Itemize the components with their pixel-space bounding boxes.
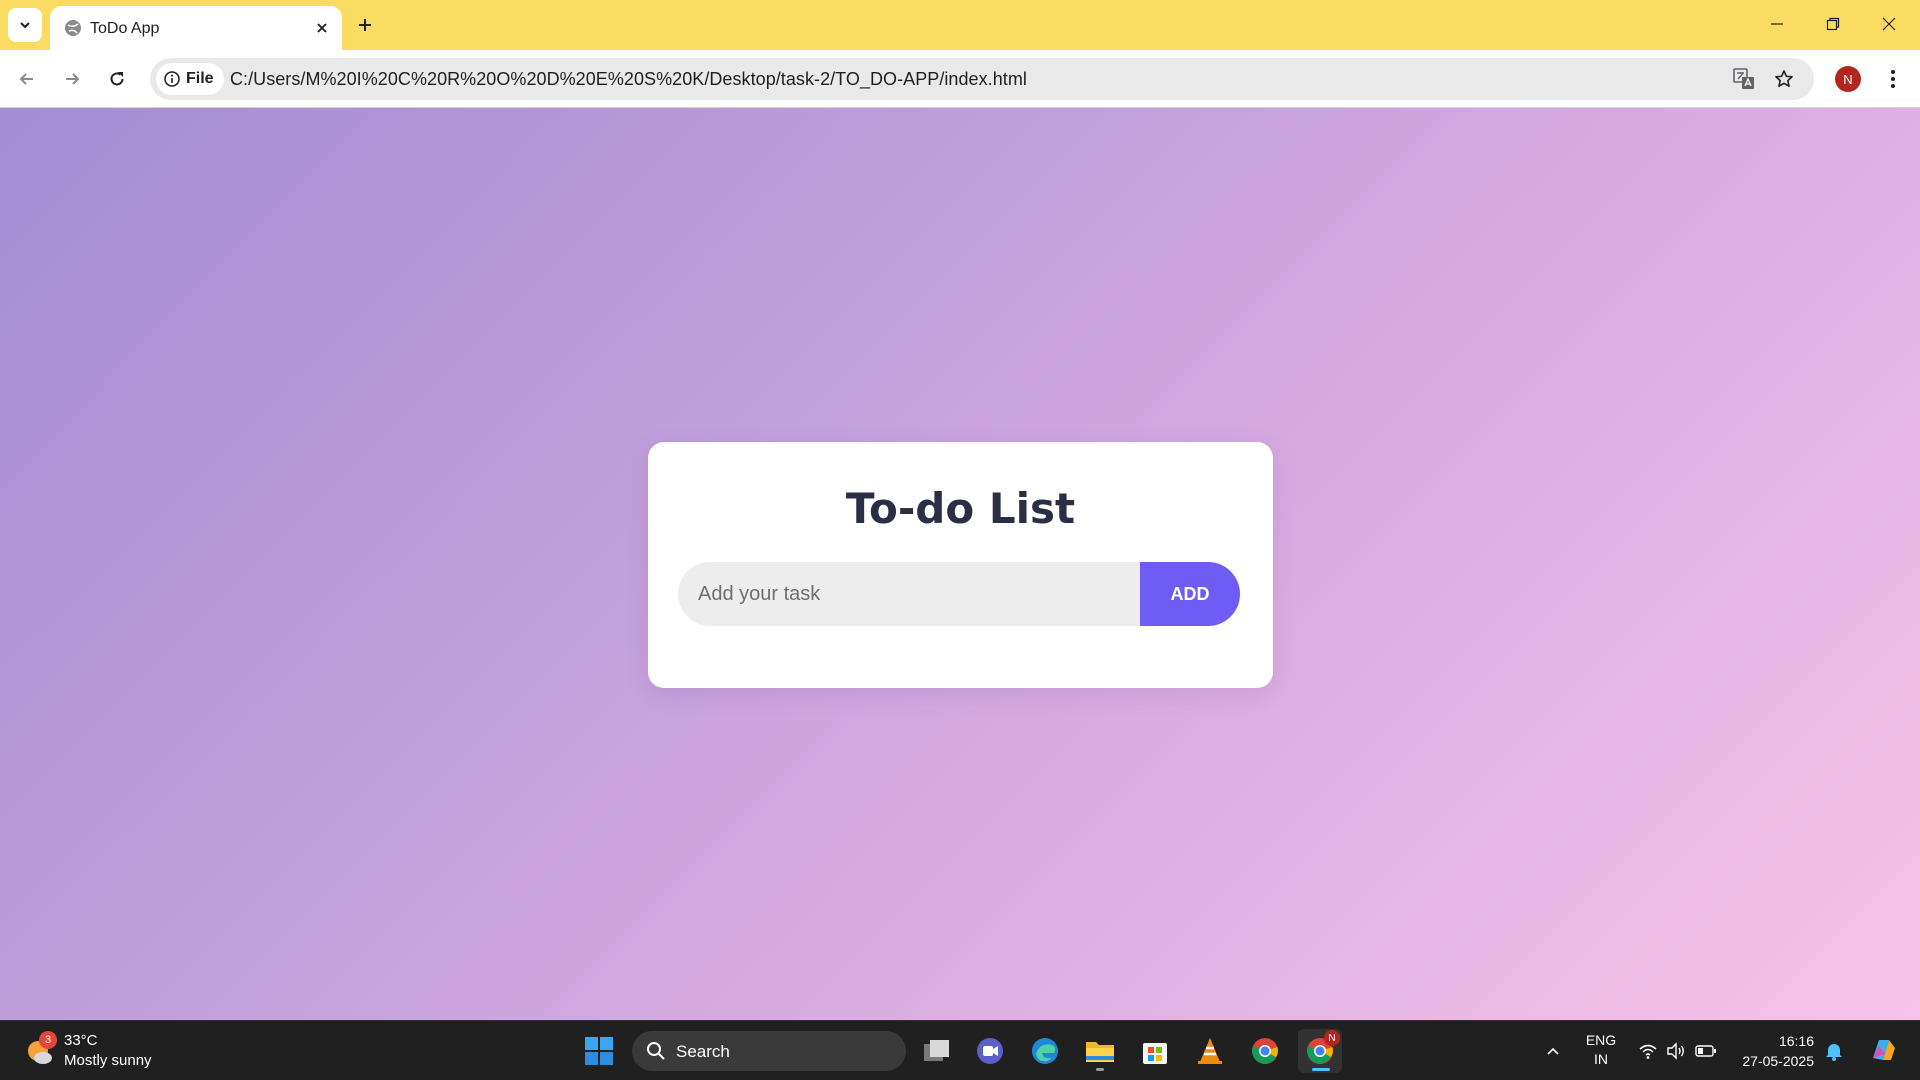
new-tab-button[interactable] <box>350 10 380 40</box>
profile-avatar[interactable]: N <box>1835 66 1861 92</box>
browser-toolbar: File C:/Users/M%20I%20C%20R%20O%20D%20E%… <box>0 50 1920 108</box>
url-text[interactable]: C:/Users/M%20I%20C%20R%20O%20D%20E%20S%2… <box>230 69 1027 90</box>
task-input-row: ADD <box>678 562 1240 626</box>
reload-icon <box>110 72 124 86</box>
taskbar-app-chrome[interactable] <box>1243 1029 1287 1073</box>
volume-button[interactable] <box>1664 1039 1688 1063</box>
show-hidden-icons-button[interactable] <box>1541 1039 1565 1063</box>
copilot-button[interactable] <box>1866 1033 1900 1067</box>
task-view-icon <box>924 1040 949 1061</box>
more-vertical-icon <box>1891 70 1895 88</box>
battery-icon <box>1695 1045 1716 1057</box>
running-indicator <box>1096 1068 1104 1071</box>
bell-icon <box>1826 1044 1842 1061</box>
edge-icon <box>1032 1038 1058 1064</box>
info-icon <box>164 71 180 87</box>
language-region: IN <box>1594 1051 1608 1067</box>
taskbar-app-file-explorer[interactable] <box>1078 1029 1122 1073</box>
taskbar-clock[interactable]: 16:16 27-05-2025 <box>1734 1031 1814 1071</box>
clock-time: 16:16 <box>1778 1033 1814 1049</box>
globe-icon <box>65 20 81 36</box>
copilot-icon <box>1873 1040 1895 1060</box>
wifi-button[interactable] <box>1636 1039 1660 1063</box>
weather-temperature: 33°C <box>64 1032 98 1049</box>
star-icon <box>1775 70 1793 87</box>
restore-icon <box>1826 17 1840 31</box>
language-code: ENG <box>1585 1032 1617 1048</box>
taskbar-app-vlc[interactable] <box>1188 1029 1232 1073</box>
plus-icon <box>359 19 371 31</box>
vlc-cone-icon <box>1198 1038 1222 1064</box>
arrow-right-icon <box>66 73 80 85</box>
close-icon <box>1882 17 1896 31</box>
bookmark-button[interactable] <box>1770 65 1798 93</box>
language-indicator[interactable]: ENG IN <box>1580 1031 1622 1069</box>
close-icon <box>317 23 327 33</box>
task-view-button[interactable] <box>915 1029 959 1073</box>
browser-tab-active[interactable]: ToDo App <box>50 6 342 50</box>
active-indicator <box>1312 1068 1330 1071</box>
start-button[interactable] <box>577 1029 621 1073</box>
tab-title: ToDo App <box>90 20 160 37</box>
search-icon <box>647 1042 665 1060</box>
taskbar-app-microsoft-store[interactable] <box>1133 1029 1177 1073</box>
store-icon <box>1143 1043 1167 1064</box>
todo-card: To-do List ADD <box>648 442 1273 688</box>
taskbar-search-box[interactable]: Search <box>632 1031 906 1071</box>
taskbar-search-label: Search <box>676 1042 730 1061</box>
minimize-icon <box>1771 23 1783 25</box>
tab-search-button[interactable] <box>8 8 42 42</box>
weather-description: Mostly sunny <box>64 1052 152 1069</box>
chrome-profile-badge: N <box>1324 1030 1340 1046</box>
page-viewport: To-do List ADD <box>0 108 1920 1020</box>
chevron-up-icon <box>1547 1047 1559 1055</box>
translate-icon <box>1733 68 1754 89</box>
restore-button[interactable] <box>1810 6 1856 42</box>
weather-widget[interactable]: 3 33°C Mostly sunny <box>24 1029 164 1073</box>
battery-button[interactable] <box>1694 1039 1718 1063</box>
close-window-button[interactable] <box>1866 6 1912 42</box>
address-bar[interactable]: File C:/Users/M%20I%20C%20R%20O%20D%20E%… <box>150 58 1814 100</box>
weather-badge: 3 <box>39 1031 57 1049</box>
site-chip-label: File <box>186 70 214 87</box>
forward-button[interactable] <box>55 62 89 96</box>
add-task-button[interactable]: ADD <box>1140 562 1240 626</box>
arrow-left-icon <box>19 73 33 85</box>
volume-icon <box>1667 1042 1684 1060</box>
site-info-chip[interactable]: File <box>156 63 224 95</box>
notifications-button[interactable] <box>1822 1039 1846 1063</box>
tab-close-button[interactable] <box>310 16 334 40</box>
taskbar-app-edge[interactable] <box>1023 1029 1067 1073</box>
page-title: To-do List <box>845 484 1076 533</box>
minimize-button[interactable] <box>1754 6 1800 42</box>
taskbar-app-chrome-profile[interactable]: N <box>1298 1029 1342 1073</box>
windows-logo-icon <box>585 1037 613 1065</box>
windows-taskbar: 3 33°C Mostly sunny Search N ENG IN 16:1… <box>0 1020 1920 1080</box>
meet-icon <box>977 1038 1003 1064</box>
chrome-icon <box>1252 1038 1278 1064</box>
browser-tab-strip: ToDo App <box>0 0 1920 50</box>
browser-menu-button[interactable] <box>1880 62 1906 96</box>
task-input[interactable] <box>678 562 1138 626</box>
translate-button[interactable] <box>1730 65 1758 93</box>
chevron-down-icon <box>20 22 30 29</box>
back-button[interactable] <box>10 62 44 96</box>
clock-date: 27-05-2025 <box>1742 1053 1814 1069</box>
reload-button[interactable] <box>100 62 134 96</box>
folder-icon <box>1086 1042 1114 1062</box>
wifi-icon <box>1639 1044 1657 1059</box>
taskbar-app-meet[interactable] <box>968 1029 1012 1073</box>
